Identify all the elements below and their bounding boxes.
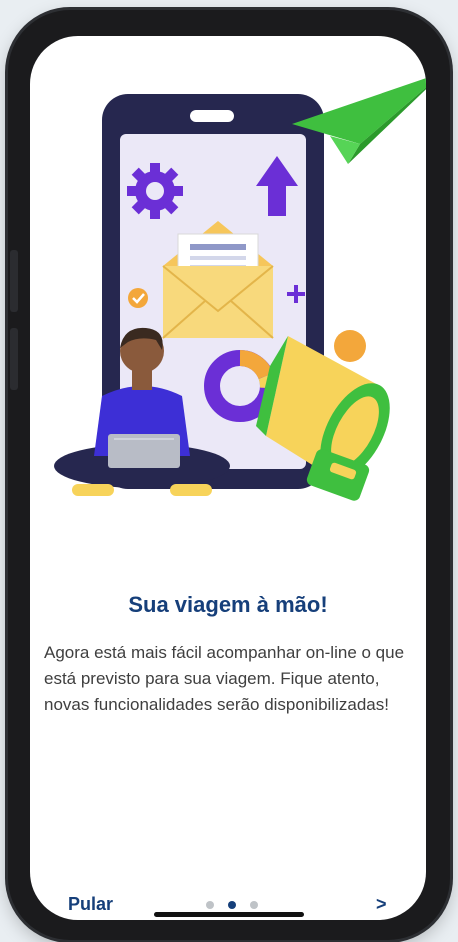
page-indicator [206,901,258,909]
app-screen: Sua viagem à mão! Agora está mais fácil … [30,36,426,920]
envelope-icon [162,221,274,339]
gear-icon [127,163,183,219]
home-indicator[interactable] [154,912,304,917]
next-button[interactable]: > [376,894,387,915]
onboarding-illustration [54,78,426,501]
phone-frame: Sua viagem à mão! Agora está mais fácil … [8,10,450,940]
onboarding-description: Agora está mais fácil acompanhar on-line… [44,643,405,714]
skip-button[interactable]: Pular [68,894,113,915]
page-dot-3[interactable] [250,901,258,909]
onboarding-title: Sua viagem à mão! [128,592,328,617]
volume-down-button [10,328,18,390]
check-icon [128,288,148,308]
volume-up-button [10,250,18,312]
page-dot-1[interactable] [206,901,214,909]
page-dot-2[interactable] [228,901,236,909]
